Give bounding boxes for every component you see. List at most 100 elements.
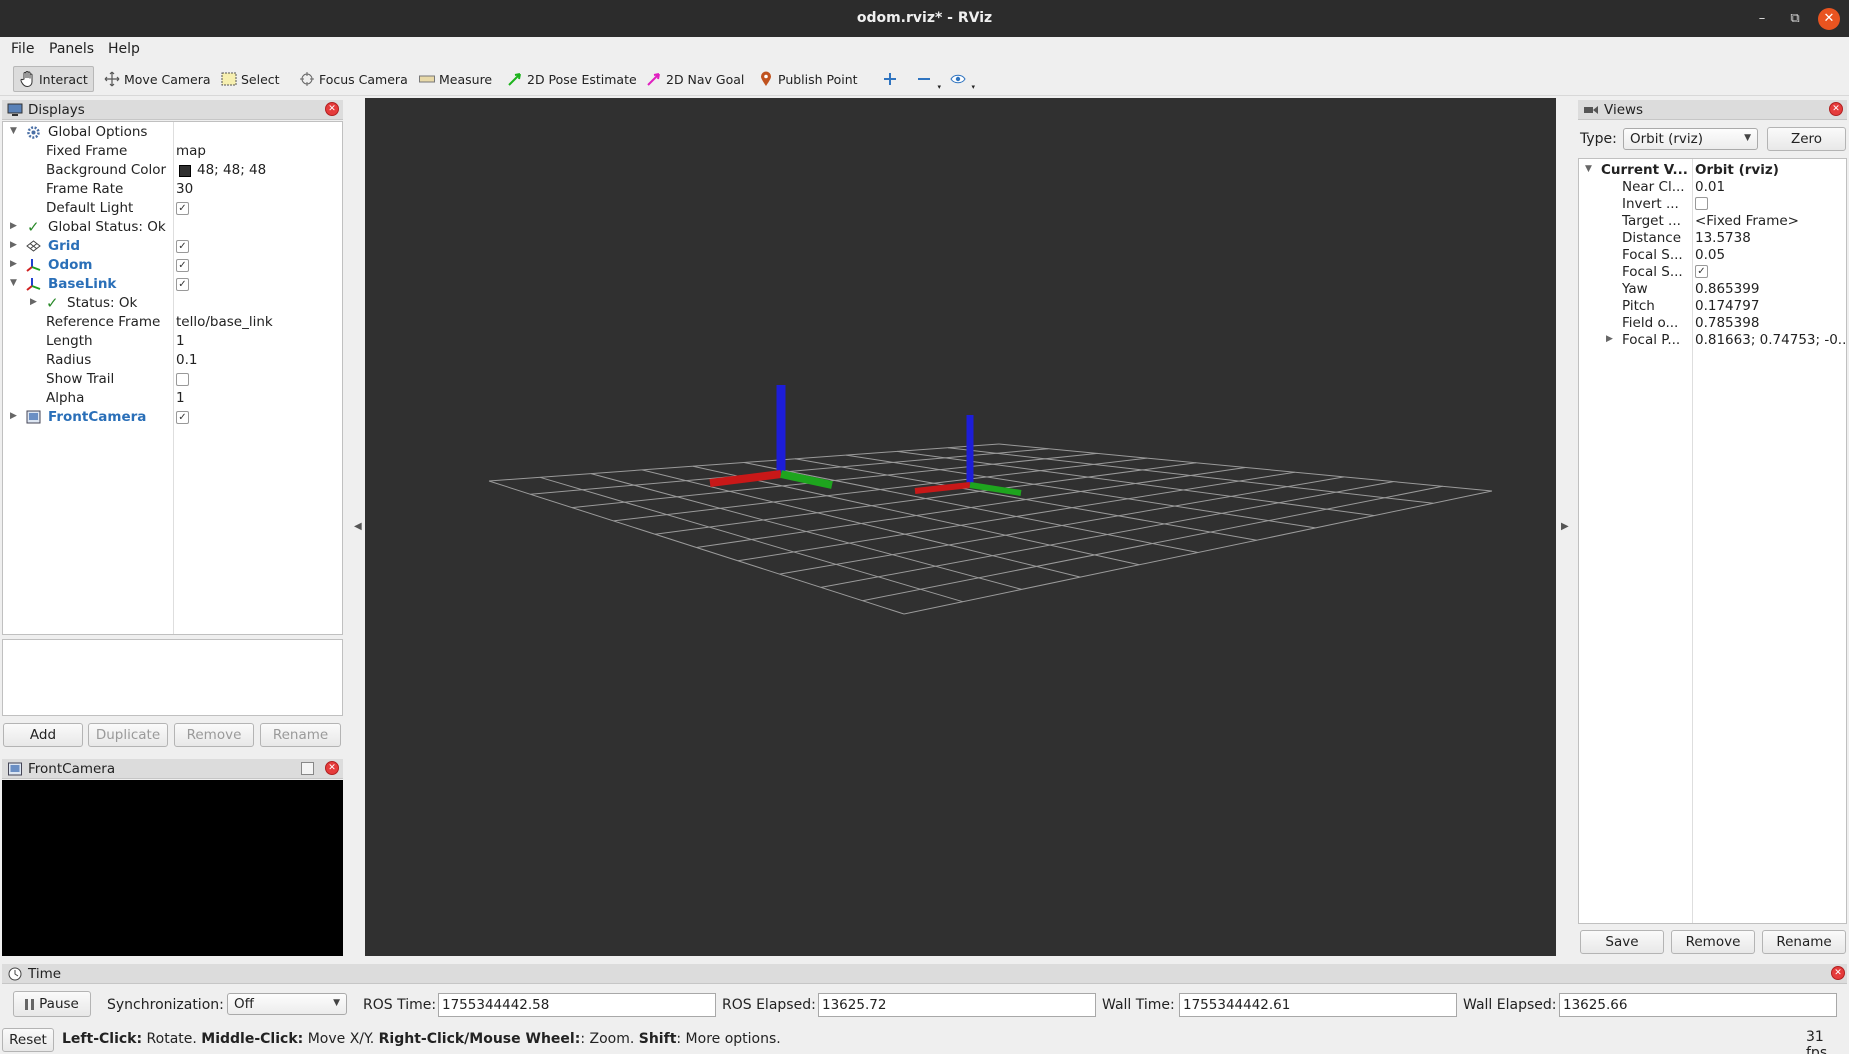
add-display-button[interactable]: Add [3,723,83,747]
pitch-value[interactable]: 0.174797 [1695,298,1759,314]
tree-row-length[interactable]: Length 1 [3,332,342,351]
remove-view-button[interactable]: Remove [1671,930,1755,954]
yaw-value[interactable]: 0.865399 [1695,281,1759,297]
tree-row-global-options[interactable]: ▼ Global Options [3,123,342,142]
measure-tool-button[interactable]: Measure [413,66,498,92]
tree-row-background-color[interactable]: Background Color 48; 48; 48 [3,161,342,180]
close-panel-icon[interactable]: ✕ [1831,966,1845,980]
tree-row-frontcamera[interactable]: ▶ FrontCamera ✓ [3,408,342,427]
close-icon[interactable]: ✕ [1818,8,1840,30]
distance-value[interactable]: 13.5738 [1695,230,1751,246]
menu-panels[interactable]: Panels [49,41,94,57]
baselink-checkbox[interactable]: ✓ [176,278,189,291]
add-tool-button[interactable] [876,66,908,92]
save-view-button[interactable]: Save [1580,930,1664,954]
select-icon [221,71,237,87]
interact-tool-button[interactable]: Interact [13,66,94,92]
tree-row-baselink[interactable]: ▼ BaseLink ✓ [3,275,342,294]
length-value[interactable]: 1 [176,333,185,349]
expand-arrow-icon[interactable]: ▶ [10,221,20,231]
color-swatch[interactable] [179,165,191,177]
wall-time-field[interactable]: 1755344442.61 [1179,993,1457,1017]
expand-arrow-icon[interactable]: ▼ [10,126,20,136]
expand-arrow-icon[interactable]: ▶ [1606,334,1616,344]
fixed-frame-value[interactable]: map [176,143,206,159]
tree-row-show-trail[interactable]: Show Trail [3,370,342,389]
row-label: Focal S... [1622,264,1683,280]
invert-checkbox[interactable] [1695,197,1708,210]
default-light-checkbox[interactable]: ✓ [176,202,189,215]
view-type-combo[interactable]: Orbit (rviz) ▼ [1623,128,1758,150]
scene-canvas[interactable] [365,98,1556,956]
ros-elapsed-field[interactable]: 13625.72 [818,993,1096,1017]
focal-shape-checkbox[interactable]: ✓ [1695,265,1708,278]
tree-row-fixed-frame[interactable]: Fixed Frame map [3,142,342,161]
nav-goal-tool-button[interactable]: 2D Nav Goal [640,66,750,92]
reset-button[interactable]: Reset [2,1028,54,1052]
frame-rate-value[interactable]: 30 [176,181,193,197]
move-camera-tool-button[interactable]: Move Camera [98,66,217,92]
tree-row-status-ok[interactable]: ▶ ✓ Status: Ok [3,294,342,313]
tree-row-alpha[interactable]: Alpha 1 [3,389,342,408]
expand-arrow-icon[interactable]: ▼ [10,278,20,288]
alpha-value[interactable]: 1 [176,390,185,406]
pause-button[interactable]: Pause [13,991,91,1017]
undock-icon[interactable] [301,762,314,775]
remove-tool-button[interactable]: ▾ [910,66,942,92]
field-of-view-value[interactable]: 0.785398 [1695,315,1759,331]
maximize-icon[interactable]: ⧉ [1784,8,1806,30]
tree-row-default-light[interactable]: Default Light ✓ [3,199,342,218]
focal-size-value[interactable]: 0.05 [1695,247,1725,263]
remove-display-button[interactable]: Remove [174,723,254,747]
ros-time-field[interactable]: 1755344442.58 [438,993,716,1017]
select-tool-button[interactable]: Select [215,66,286,92]
rename-view-button[interactable]: Rename [1762,930,1846,954]
panels-tool-button[interactable]: ▾ [944,66,976,92]
background-color-value[interactable]: 48; 48; 48 [197,162,266,178]
menu-file[interactable]: File [11,41,34,57]
menu-bar: File Panels Help [0,37,1849,61]
tree-row-frame-rate[interactable]: Frame Rate 30 [3,180,342,199]
close-panel-icon[interactable]: ✕ [1829,102,1843,116]
odom-checkbox[interactable]: ✓ [176,259,189,272]
zero-button[interactable]: Zero [1767,127,1846,151]
pose-estimate-tool-button[interactable]: 2D Pose Estimate [501,66,643,92]
near-clip-value[interactable]: 0.01 [1695,179,1725,195]
displays-tree[interactable]: ▼ Global Options Fixed Frame map Backgro… [2,121,343,635]
duplicate-display-button[interactable]: Duplicate [88,723,168,747]
clock-icon [8,967,22,980]
radius-value[interactable]: 0.1 [176,352,197,368]
3d-viewport[interactable] [365,98,1556,956]
check-status-icon: ✓ [46,294,59,312]
tree-row-reference-frame[interactable]: Reference Frame tello/base_link [3,313,342,332]
rename-display-button[interactable]: Rename [260,723,341,747]
expand-arrow-icon[interactable]: ▶ [10,259,20,269]
frontcamera-checkbox[interactable]: ✓ [176,411,189,424]
tree-row-global-status[interactable]: ▶ ✓ Global Status: Ok [3,218,342,237]
menu-help[interactable]: Help [108,41,140,57]
collapse-left-icon[interactable]: ◀ [354,521,362,532]
select-label: Select [241,71,280,87]
tree-row-focal-point[interactable]: ▶ Focal P... 0.81663; 0.74753; -0... [1579,331,1846,350]
show-trail-checkbox[interactable] [176,373,189,386]
wall-elapsed-field[interactable]: 13625.66 [1559,993,1837,1017]
tree-row-grid[interactable]: ▶ Grid ✓ [3,237,342,256]
tree-row-odom[interactable]: ▶ Odom ✓ [3,256,342,275]
grid-checkbox[interactable]: ✓ [176,240,189,253]
close-panel-icon[interactable]: ✕ [325,102,339,116]
tree-row-radius[interactable]: Radius 0.1 [3,351,342,370]
sync-combo[interactable]: Off ▼ [227,993,347,1015]
minimize-icon[interactable]: – [1751,8,1773,30]
reference-frame-value[interactable]: tello/base_link [176,314,273,330]
close-panel-icon[interactable]: ✕ [325,761,339,775]
target-frame-value[interactable]: <Fixed Frame> [1695,213,1799,229]
expand-arrow-icon[interactable]: ▶ [10,411,20,421]
collapse-right-icon[interactable]: ▶ [1561,521,1569,532]
focal-point-value[interactable]: 0.81663; 0.74753; -0... [1695,332,1846,348]
publish-point-tool-button[interactable]: Publish Point [752,66,864,92]
expand-arrow-icon[interactable]: ▼ [1585,164,1595,174]
expand-arrow-icon[interactable]: ▶ [10,240,20,250]
expand-arrow-icon[interactable]: ▶ [30,297,40,307]
views-tree[interactable]: ▼ Current V... Orbit (rviz) Near Cl... 0… [1578,158,1847,924]
focus-camera-tool-button[interactable]: Focus Camera [293,66,414,92]
